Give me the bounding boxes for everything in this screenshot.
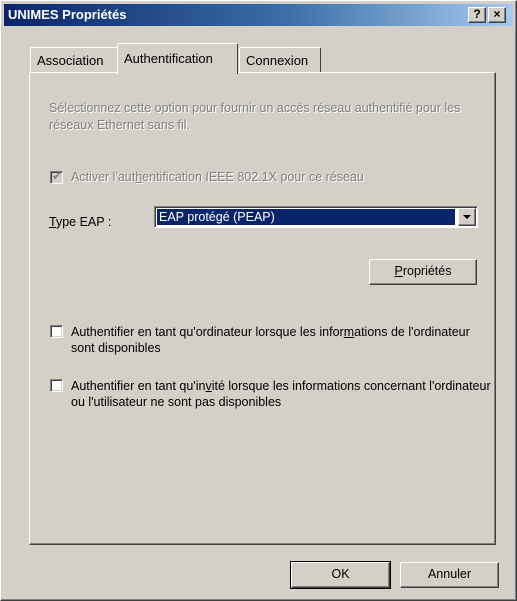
tab-authentification[interactable]: Authentification (117, 43, 238, 74)
checkmark-icon: ✔ (52, 169, 63, 183)
eap-type-value: EAP protégé (PEAP) (157, 209, 455, 225)
ok-button[interactable]: OK (290, 561, 391, 589)
tab-connexion[interactable]: Connexion (239, 47, 321, 73)
enable-8021x-checkbox[interactable]: ✔ (50, 169, 63, 184)
title-bar[interactable]: UNIMES Propriétés ? × (4, 4, 513, 26)
properties-button[interactable]: Propriétés (369, 259, 477, 285)
auth-guest-label: Authentifier en tant qu'invité lorsque l… (71, 379, 491, 409)
cancel-button[interactable]: Annuler (400, 562, 499, 588)
auth-computer-label: Authentifier en tant qu'ordinateur lorsq… (71, 325, 470, 355)
properties-dialog: UNIMES Propriétés ? × Association Authen… (0, 0, 517, 601)
authentification-panel: Sélectionnez cette option pour fournir u… (29, 72, 496, 545)
dropdown-arrow-icon[interactable] (458, 208, 476, 226)
panel-description: Sélectionnez cette option pour fournir u… (49, 101, 461, 132)
auth-computer-checkbox[interactable] (50, 325, 63, 338)
auth-guest-checkbox[interactable] (50, 379, 63, 392)
eap-type-select[interactable]: EAP protégé (PEAP) (154, 206, 478, 228)
eap-type-label: Type EAP : (49, 215, 112, 229)
enable-8021x-label: Activer l'authentification IEEE 802.1X p… (71, 170, 364, 184)
window-title: UNIMES Propriétés (8, 7, 127, 22)
help-button[interactable]: ? (468, 7, 486, 23)
close-button[interactable]: × (488, 7, 506, 23)
tab-association[interactable]: Association (30, 47, 122, 73)
tab-strip: Association Authentification Connexion (28, 43, 498, 74)
